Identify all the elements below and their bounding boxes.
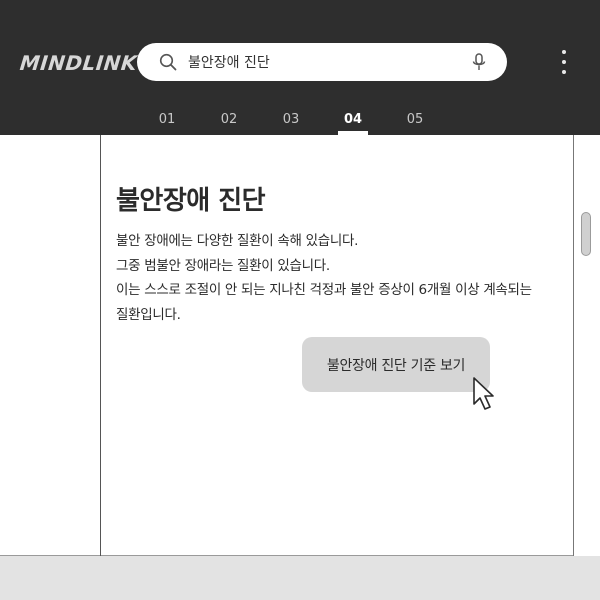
search-bar[interactable] bbox=[137, 43, 507, 81]
microphone-icon[interactable] bbox=[471, 53, 487, 72]
kebab-menu-icon[interactable] bbox=[556, 50, 572, 74]
scrollbar-thumb[interactable] bbox=[581, 212, 591, 256]
tab-05[interactable]: 05 bbox=[397, 112, 433, 127]
tab-03[interactable]: 03 bbox=[273, 112, 309, 127]
tab-02[interactable]: 02 bbox=[211, 112, 247, 127]
top-header: MINDLINK 01 02 03 04 05 bbox=[0, 0, 600, 135]
app-logo[interactable]: MINDLINK bbox=[19, 51, 139, 75]
page-title: 불안장애 진단 bbox=[116, 186, 266, 216]
description-line: 불안 장애에는 다양한 질환이 속해 있습니다. bbox=[116, 233, 359, 249]
description-line: 질환입니다. bbox=[116, 306, 181, 323]
search-icon[interactable] bbox=[159, 53, 177, 71]
left-divider bbox=[100, 135, 101, 556]
scrollbar-track[interactable] bbox=[574, 135, 600, 556]
description-text: 불안 장애에는 다양한 질환이 속해 있습니다. 그중 범불안 장애라는 질환이… bbox=[116, 229, 572, 327]
description-line: 그중 범불안 장애라는 질환이 있습니다. bbox=[116, 257, 330, 274]
step-tabs: 01 02 03 04 05 bbox=[0, 112, 600, 135]
mouse-pointer-icon bbox=[473, 377, 494, 410]
menu-dot bbox=[562, 60, 566, 64]
content-page bbox=[0, 135, 600, 556]
tab-01[interactable]: 01 bbox=[149, 112, 185, 127]
menu-dot bbox=[562, 50, 566, 54]
search-input[interactable] bbox=[188, 52, 458, 72]
view-criteria-button[interactable]: 불안장애 진단 기준 보기 bbox=[302, 337, 490, 392]
tab-04[interactable]: 04 bbox=[335, 112, 371, 127]
menu-dot bbox=[562, 70, 566, 74]
description-line: 이는 스스로 조절이 안 되는 지나친 걱정과 불안 증상이 6개월 이상 계속… bbox=[116, 282, 532, 298]
